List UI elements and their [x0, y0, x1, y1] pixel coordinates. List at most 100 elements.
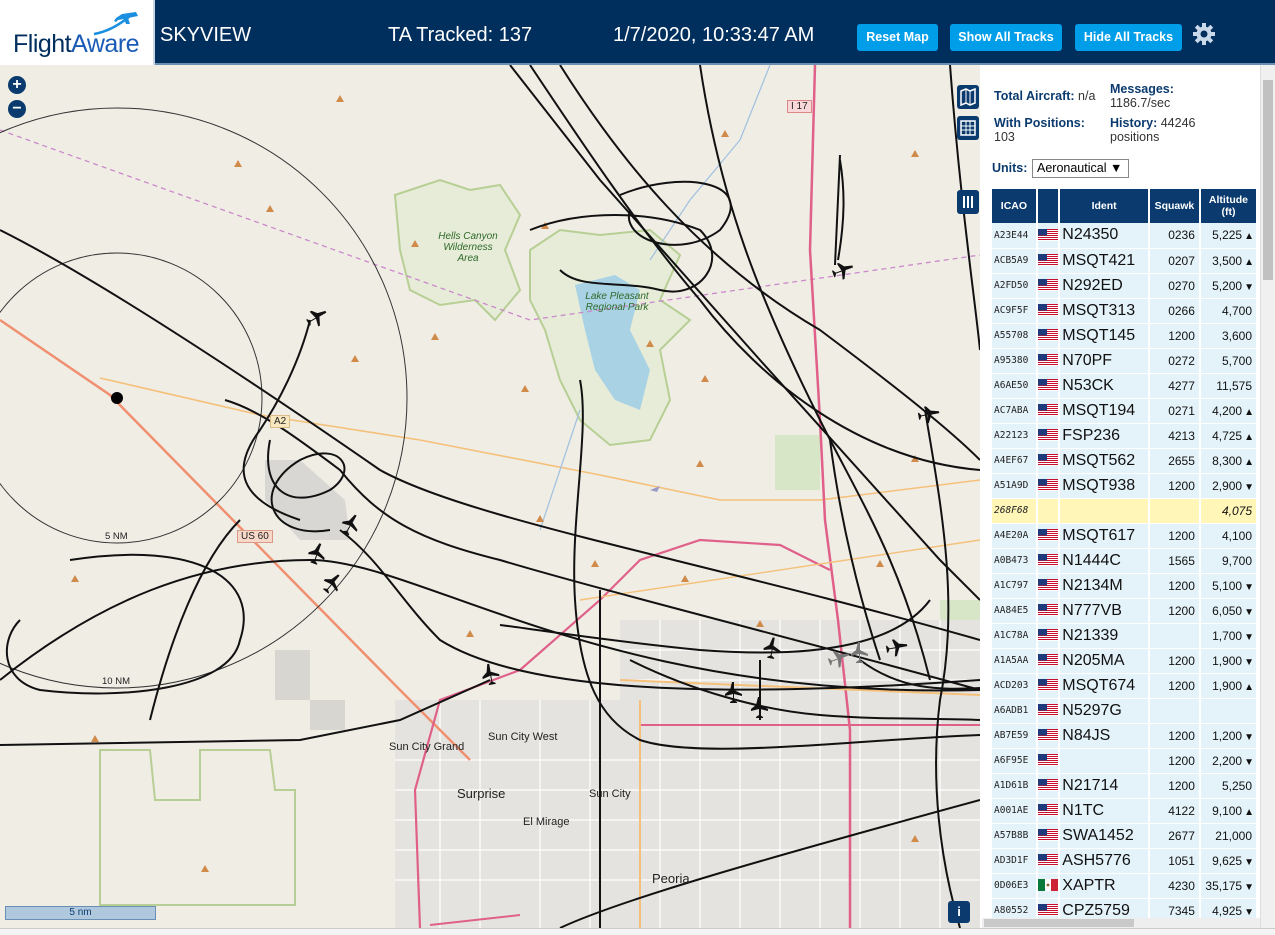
table-row[interactable]: A6AE50 N53CK 4277 11,575: [992, 373, 1259, 399]
altitude-value: 2,900: [1212, 478, 1243, 493]
ident-cell: FSP236: [1059, 423, 1150, 449]
squawk-cell: 4277: [1148, 373, 1201, 399]
icao-cell: A001AE: [992, 798, 1038, 824]
table-row[interactable]: A4EF67 MSQT562 2655 8,300 ▲: [992, 448, 1259, 474]
table-row[interactable]: A57B8B SWA1452 2677 21,000: [992, 823, 1259, 849]
units-select[interactable]: Aeronautical ▼: [1032, 159, 1129, 178]
altitude-trend-icon: ▼: [1244, 581, 1254, 593]
map-layers-icon[interactable]: [957, 85, 979, 109]
table-row[interactable]: A55708 MSQT145 1200 3,600: [992, 323, 1259, 349]
altitude-value: 1,200: [1212, 728, 1243, 743]
table-row[interactable]: A1D61B N21714 1200 5,250: [992, 773, 1259, 799]
info-button[interactable]: i: [948, 901, 970, 923]
ident-cell: N1TC: [1059, 798, 1150, 824]
col-altitude[interactable]: Altitude (ft): [1199, 189, 1259, 223]
flag-cell: [1036, 348, 1061, 374]
panel-horizontal-scrollbar[interactable]: [982, 918, 1260, 928]
table-row[interactable]: ACD203 MSQT674 1200 1,900 ▲: [992, 673, 1259, 699]
us60-shield: US 60: [237, 530, 273, 543]
col-flag: [1036, 189, 1061, 223]
chevron-down-icon: ▼: [1109, 161, 1123, 175]
altitude-trend-icon: ▼: [1244, 906, 1254, 918]
altitude-value: 5,225: [1212, 228, 1243, 243]
flag-cell: [1036, 648, 1061, 674]
table-row[interactable]: A1C797 N2134M 1200 5,100 ▼: [992, 573, 1259, 599]
table-row[interactable]: A4E20A MSQT617 1200 4,100: [992, 523, 1259, 549]
us-flag-icon: [1038, 829, 1058, 842]
icao-cell: A1C78A: [992, 623, 1038, 649]
show-all-tracks-button[interactable]: Show All Tracks: [950, 24, 1062, 51]
altitude-value: 6,050: [1212, 603, 1243, 618]
grid-toggle-icon[interactable]: [957, 116, 979, 140]
us-flag-icon: [1038, 379, 1058, 392]
reset-map-button[interactable]: Reset Map: [857, 24, 938, 51]
table-row[interactable]: A6F95E 1200 2,200 ▼: [992, 748, 1259, 774]
ident-cell: N53CK: [1059, 373, 1150, 399]
table-row[interactable]: A1A5AA N205MA 1200 1,900 ▼: [992, 648, 1259, 674]
squawk-cell: 1200: [1148, 773, 1201, 799]
altitude-cell: 11,575: [1199, 373, 1259, 399]
icao-cell: ACD203: [992, 673, 1038, 699]
table-row[interactable]: A2FD50 N292ED 0270 5,200 ▼: [992, 273, 1259, 299]
ident-cell: [1059, 498, 1150, 524]
table-row[interactable]: AC7ABA MSQT194 0271 4,200 ▲: [992, 398, 1259, 424]
col-squawk[interactable]: Squawk: [1148, 189, 1201, 223]
ident-cell: N2134M: [1059, 573, 1150, 599]
place-el-mirage: El Mirage: [523, 816, 570, 828]
icao-cell: A0B473: [992, 548, 1038, 574]
squawk-cell: 0272: [1148, 348, 1201, 374]
ident-cell: N1444C: [1059, 548, 1150, 574]
i17-shield: I 17: [787, 100, 812, 113]
table-row[interactable]: AA84E5 N777VB 1200 6,050 ▼: [992, 598, 1259, 624]
gear-icon[interactable]: [1192, 22, 1216, 46]
messages-stat: Messages: 1186.7/sec: [1110, 82, 1174, 110]
zoom-in-button[interactable]: +: [8, 76, 26, 94]
col-ident[interactable]: Ident: [1059, 189, 1150, 223]
zoom-out-button[interactable]: −: [8, 100, 26, 118]
flag-cell: [1036, 623, 1061, 649]
table-row[interactable]: A22123 FSP236 4213 4,725 ▲: [992, 423, 1259, 449]
icao-cell: A51A9D: [992, 473, 1038, 499]
us-flag-icon: [1038, 654, 1058, 667]
table-row[interactable]: A1C78A N21339 1,700 ▼: [992, 623, 1259, 649]
flag-cell: [1036, 498, 1061, 524]
icao-cell: AA84E5: [992, 598, 1038, 624]
sidebar-toggle-icon[interactable]: [957, 190, 979, 214]
table-row[interactable]: AB7E59 N84JS 1200 1,200 ▼: [992, 723, 1259, 749]
ident-cell: N70PF: [1059, 348, 1150, 374]
altitude-value: 11,575: [1216, 378, 1252, 393]
ident-cell: N24350: [1059, 223, 1150, 249]
table-row[interactable]: A51A9D MSQT938 1200 2,900 ▼: [992, 473, 1259, 499]
hide-all-tracks-button[interactable]: Hide All Tracks: [1075, 24, 1182, 51]
squawk-cell: 1051: [1148, 848, 1201, 874]
altitude-value: 5,700: [1221, 353, 1252, 368]
table-row[interactable]: 0D06E3 XAPTR 4230 35,175 ▼: [992, 873, 1259, 899]
table-row[interactable]: A95380 N70PF 0272 5,700: [992, 348, 1259, 374]
airport-area: [275, 650, 310, 700]
us-flag-icon: [1038, 779, 1058, 792]
flag-cell: [1036, 323, 1061, 349]
table-row[interactable]: 268F68 4,075: [992, 498, 1259, 524]
airfield: [265, 460, 350, 540]
table-row[interactable]: AD3D1F ASH5776 1051 9,625 ▼: [992, 848, 1259, 874]
us-flag-icon: [1038, 254, 1058, 267]
altitude-value: 3,600: [1221, 328, 1252, 343]
col-icao[interactable]: ICAO: [992, 189, 1038, 223]
altitude-cell: 21,000: [1199, 823, 1259, 849]
top-bar: FlightAware SKYVIEW TA Tracked: 137 1/7/…: [0, 0, 1275, 65]
flightaware-logo[interactable]: FlightAware: [0, 0, 155, 65]
panel-scrollbar[interactable]: [1260, 65, 1275, 928]
icao-cell: A6ADB1: [992, 698, 1038, 724]
table-row[interactable]: A0B473 N1444C 1565 9,700: [992, 548, 1259, 574]
altitude-cell: [1199, 698, 1259, 724]
range-ring-label-5: 5 NM: [105, 531, 128, 542]
altitude-trend-icon: ▼: [1244, 481, 1254, 493]
range-ring-label-10: 10 NM: [102, 676, 130, 687]
table-row[interactable]: A23E44 N24350 0236 5,225 ▲: [992, 223, 1259, 249]
table-row[interactable]: A001AE N1TC 4122 9,100 ▲: [992, 798, 1259, 824]
table-row[interactable]: ACB5A9 MSQT421 0207 3,500 ▲: [992, 248, 1259, 274]
table-row[interactable]: A6ADB1 N5297G: [992, 698, 1259, 724]
altitude-value: 1,700: [1212, 628, 1243, 643]
map-canvas[interactable]: 5 NM 10 NM Hells Canyon Wilderness Area …: [0, 65, 980, 928]
table-row[interactable]: AC9F5F MSQT313 0266 4,700: [992, 298, 1259, 324]
